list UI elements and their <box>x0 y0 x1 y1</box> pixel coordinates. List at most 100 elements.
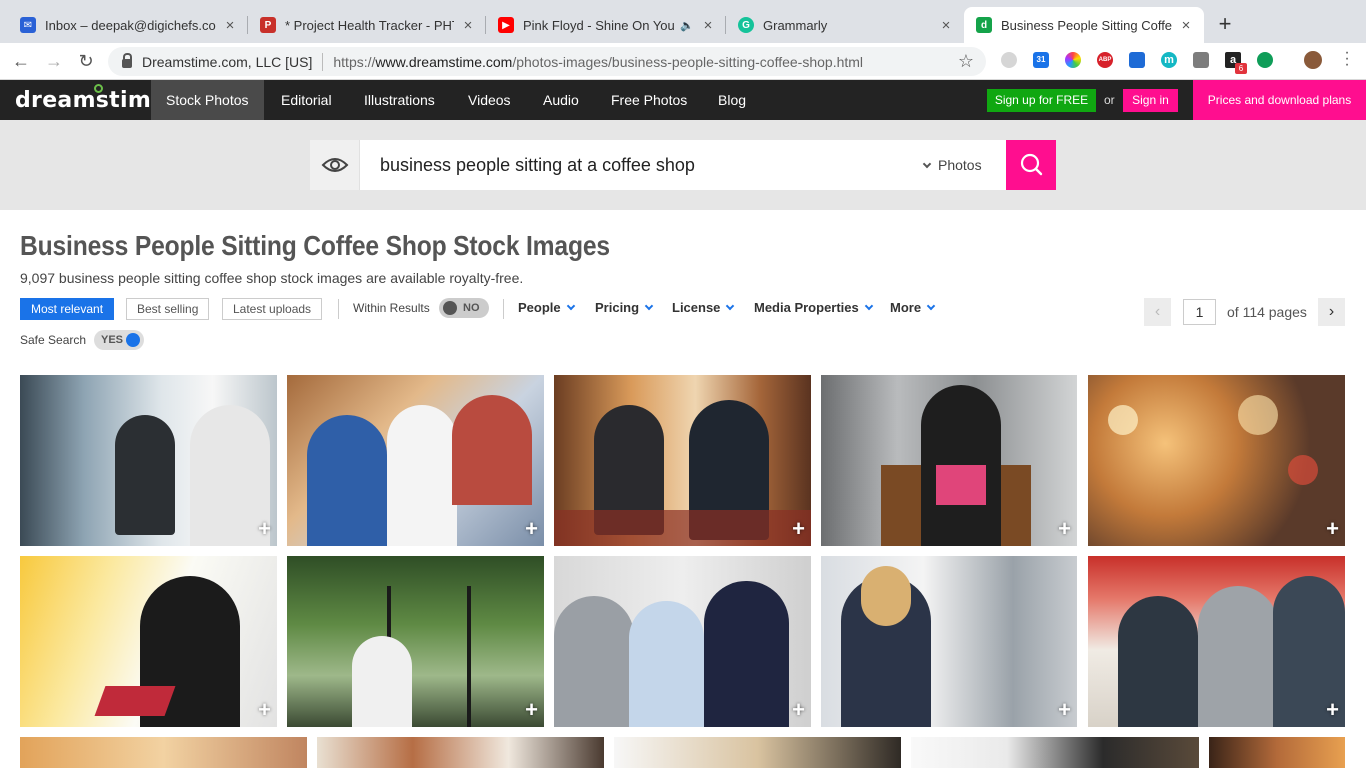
dreamstime-icon: d <box>976 17 992 33</box>
bookmark-star-icon[interactable]: ☆ <box>958 51 974 72</box>
close-tab-icon[interactable]: × <box>938 17 954 34</box>
browser-tab-youtube[interactable]: ▶ Pink Floyd - Shine On You C 🔈 × <box>486 7 726 43</box>
nav-free-photos[interactable]: Free Photos <box>596 80 702 120</box>
add-to-lightbox-icon[interactable]: + <box>1326 516 1339 542</box>
reload-icon[interactable]: ↻ <box>74 50 98 74</box>
close-tab-icon[interactable]: × <box>222 17 238 34</box>
close-tab-icon[interactable]: × <box>700 17 716 34</box>
media-type-select[interactable]: Photos <box>922 140 982 190</box>
forward-arrow-icon[interactable]: → <box>42 50 66 74</box>
adblock-extension-icon[interactable]: ABP <box>1097 52 1113 68</box>
photo-bokeh <box>1238 395 1278 435</box>
visual-search-button[interactable] <box>310 140 360 190</box>
add-to-lightbox-icon[interactable]: + <box>525 516 538 542</box>
add-to-lightbox-icon[interactable]: + <box>1058 697 1071 723</box>
browser-tab-grammarly[interactable]: G Grammarly × <box>726 7 964 43</box>
close-tab-icon[interactable]: × <box>460 17 476 34</box>
sort-most-relevant[interactable]: Most relevant <box>20 298 115 320</box>
next-page-button[interactable]: › <box>1318 298 1345 326</box>
photo-hair <box>861 566 911 626</box>
mailtrack-extension-icon[interactable]: m <box>1161 52 1177 68</box>
prev-page-button[interactable]: ‹ <box>1144 298 1171 326</box>
new-tab-button[interactable]: + <box>1211 11 1239 39</box>
add-to-lightbox-icon[interactable]: + <box>258 516 271 542</box>
result-image[interactable] <box>614 737 901 768</box>
search-button[interactable] <box>1006 140 1056 190</box>
tab-title: Inbox – deepak@digichefs.com <box>45 17 216 33</box>
add-to-lightbox-icon[interactable]: + <box>258 697 271 723</box>
filter-people[interactable]: People <box>518 300 575 315</box>
filter-more[interactable]: More <box>890 300 936 315</box>
color-extension-icon[interactable] <box>1065 52 1081 68</box>
sort-best-selling[interactable]: Best selling <box>126 298 210 320</box>
photo-subject <box>115 415 175 535</box>
speaker-icon[interactable]: 🔈 <box>680 19 694 32</box>
within-results-toggle[interactable]: NO <box>439 298 489 318</box>
pocket-extension-icon[interactable] <box>1193 52 1209 68</box>
add-to-lightbox-icon[interactable]: + <box>792 697 805 723</box>
nav-videos[interactable]: Videos <box>453 80 526 120</box>
back-arrow-icon[interactable]: ← <box>9 50 33 74</box>
browser-tab-dreamstime[interactable]: d Business People Sitting Coffee × <box>964 7 1204 43</box>
result-image[interactable]: + <box>554 556 811 727</box>
result-image[interactable]: + <box>1088 556 1345 727</box>
nav-audio[interactable]: Audio <box>528 80 594 120</box>
result-image[interactable]: + <box>287 556 544 727</box>
result-image[interactable]: + <box>821 375 1077 546</box>
close-tab-icon[interactable]: × <box>1178 17 1194 34</box>
browser-tab-inbox[interactable]: ✉ Inbox – deepak@digichefs.com × <box>8 7 248 43</box>
filter-license[interactable]: License <box>672 300 735 315</box>
page-number-input[interactable] <box>1183 299 1216 325</box>
filter-divider <box>503 299 504 319</box>
filter-media-properties[interactable]: Media Properties <box>754 300 874 315</box>
chevron-down-icon <box>864 301 874 311</box>
photo-subject <box>629 601 704 727</box>
result-image[interactable]: + <box>287 375 544 546</box>
photo-bokeh <box>1288 455 1318 485</box>
result-image[interactable] <box>20 737 307 768</box>
nav-stock-photos[interactable]: Stock Photos <box>151 80 264 120</box>
add-to-lightbox-icon[interactable]: + <box>792 516 805 542</box>
chevron-down-icon <box>726 301 735 311</box>
result-image[interactable] <box>1209 737 1345 768</box>
photo-floor <box>554 510 811 546</box>
photo-subject <box>1118 596 1198 727</box>
prices-plans-button[interactable]: Prices and download plans <box>1193 80 1366 120</box>
chevron-down-icon <box>922 159 932 169</box>
nav-editorial[interactable]: Editorial <box>266 80 347 120</box>
browser-tab-pht[interactable]: P * Project Health Tracker - PHT × <box>248 7 486 43</box>
photo-window-frame <box>467 586 471 727</box>
filter-pricing[interactable]: Pricing <box>595 300 654 315</box>
browser-menu-icon[interactable]: · · · <box>1340 45 1354 73</box>
result-image[interactable] <box>317 737 604 768</box>
result-image[interactable]: + <box>821 556 1077 727</box>
result-image[interactable]: + <box>20 375 277 546</box>
hangouts-extension-icon[interactable] <box>1257 52 1273 68</box>
address-divider <box>322 52 324 71</box>
toggle-value: YES <box>101 334 124 346</box>
result-image[interactable]: + <box>20 556 277 727</box>
calendar-extension-icon[interactable]: 31 <box>1033 52 1049 68</box>
chevron-down-icon <box>566 301 575 311</box>
nav-illustrations[interactable]: Illustrations <box>349 80 450 120</box>
safe-search-toggle[interactable]: YES <box>94 330 144 350</box>
signup-button[interactable]: Sign up for FREE <box>987 89 1096 112</box>
search-input[interactable] <box>380 140 910 190</box>
result-image[interactable]: + <box>1088 375 1345 546</box>
ghost-extension-icon[interactable] <box>1001 52 1017 68</box>
signin-button[interactable]: Sign in <box>1123 89 1178 112</box>
result-image[interactable] <box>911 737 1199 768</box>
profile-avatar-icon[interactable] <box>1304 51 1322 69</box>
amazon-badge: 6 <box>1235 63 1247 74</box>
add-to-lightbox-icon[interactable]: + <box>1326 697 1339 723</box>
results-count: 9,097 business people sitting coffee sho… <box>20 270 524 286</box>
photo-subject <box>554 596 634 727</box>
result-image[interactable]: + <box>554 375 811 546</box>
address-bar[interactable]: Dreamstime.com, LLC [US] https://www.dre… <box>108 47 986 76</box>
photo-laptop <box>94 686 176 716</box>
add-to-lightbox-icon[interactable]: + <box>525 697 538 723</box>
sort-latest-uploads[interactable]: Latest uploads <box>222 298 323 320</box>
nav-blog[interactable]: Blog <box>703 80 761 120</box>
add-to-lightbox-icon[interactable]: + <box>1058 516 1071 542</box>
pushbullet-extension-icon[interactable] <box>1129 52 1145 68</box>
